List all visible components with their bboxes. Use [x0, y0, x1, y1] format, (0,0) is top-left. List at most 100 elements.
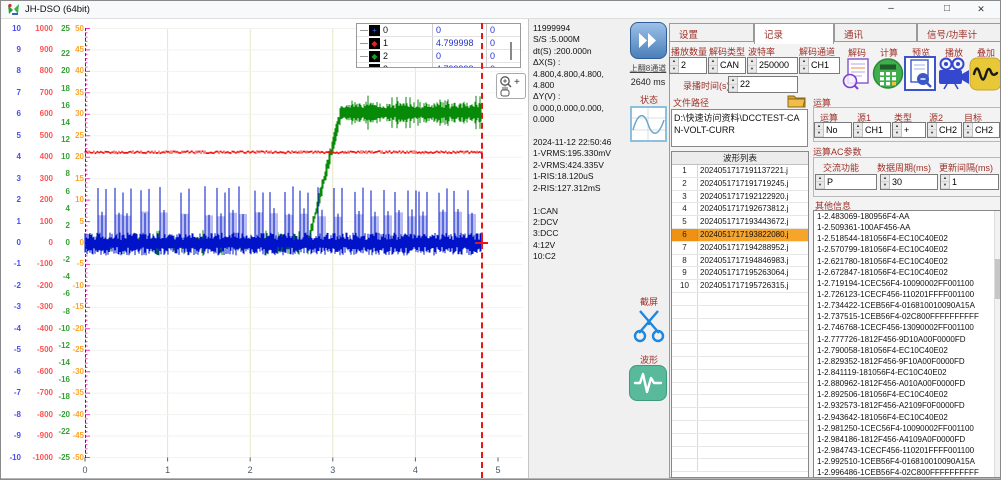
field-spinner-2[interactable]: ▲▼ 250000: [747, 57, 798, 74]
legend-row-ch2[interactable]: ◆ 2 0 0: [357, 50, 520, 63]
calculate-button[interactable]: [872, 57, 904, 95]
spinner-value: CAN: [718, 58, 745, 73]
field-spinner-0[interactable]: ▲▼ 2: [669, 57, 707, 74]
waveform-row[interactable]: 9 2024051717195263064.j: [672, 267, 808, 280]
waveform-row[interactable]: [672, 319, 808, 332]
preview-button-selected[interactable]: [904, 56, 936, 91]
waveform-row[interactable]: [672, 383, 808, 396]
field-spinner-3[interactable]: ▲▼ CH1: [799, 57, 840, 74]
row-index: 1: [672, 165, 698, 177]
tab-0[interactable]: 设置: [669, 23, 754, 42]
waveform-row[interactable]: 1 2024051717191137221.j: [672, 165, 808, 178]
other-info-row[interactable]: 1-2.734422-1CEB56F4-016810010090A15A: [814, 300, 1001, 311]
spinner-arrows-icon[interactable]: ▲▼: [670, 58, 679, 73]
spinner-arrows-icon[interactable]: ▲▼: [729, 77, 738, 92]
waveform-row[interactable]: [672, 408, 808, 421]
other-info-row[interactable]: 1-2.841119-181056F4-EC10C40E02: [814, 367, 1001, 378]
cursor-left-blue[interactable]: [85, 28, 86, 458]
waveform-button[interactable]: [629, 365, 667, 401]
other-info-row[interactable]: 1-2.829352-1812F456-9F10A00F0000FD: [814, 356, 1001, 367]
scrollbar-thumb[interactable]: [995, 259, 1000, 299]
waveform-row[interactable]: [672, 459, 808, 472]
decode-button[interactable]: [840, 57, 872, 95]
other-info-row[interactable]: 1-2.570799-181056F4-EC10C40E02: [814, 244, 1001, 255]
waveform-row[interactable]: [672, 357, 808, 370]
other-info-row[interactable]: 1-2.790058-181056F4-EC10C40E02: [814, 345, 1001, 356]
other-info-row[interactable]: 1-2.992510-1CEB56F4-016810010090A15A: [814, 456, 1001, 467]
waveform-row[interactable]: 4 2024051717192673812.j: [672, 203, 808, 216]
waveform-row[interactable]: 5 2024051717193443672.j: [672, 216, 808, 229]
status-label: 状态: [631, 93, 667, 106]
file-path-value[interactable]: D:\快速访问资料\DCCTEST-CAN-VOLT-CURR: [671, 109, 808, 147]
waveform-row[interactable]: [672, 344, 808, 357]
legend-row-ch0[interactable]: + 0 0 0: [357, 24, 520, 37]
channel-value-1: 0: [433, 24, 487, 36]
prev-8-channels-link[interactable]: 上翻8通道: [621, 63, 675, 74]
spinner-arrows-icon[interactable]: ▲▼: [748, 58, 757, 73]
other-info-row[interactable]: 1-2.509361-100AF456-AA: [814, 222, 1001, 233]
other-info-row[interactable]: 1-2.777726-1812F456-9D10A00F0000FD: [814, 334, 1001, 345]
fast-forward-button[interactable]: [630, 22, 667, 59]
other-info-row[interactable]: 1-2.726123-1CECF456-110201FFFF001100: [814, 289, 1001, 300]
waveform-filename: [698, 370, 808, 382]
other-info-row[interactable]: 1-2.984186-1812F456-A4109A0F0000FD: [814, 434, 1001, 445]
legend-row-ch1[interactable]: ◆ 1 4.799998 0: [357, 37, 520, 50]
record-time-label: 录播时间(s): [683, 79, 730, 92]
close-button[interactable]: ✕: [963, 1, 999, 18]
maximize-button[interactable]: □: [929, 1, 965, 18]
other-info-row[interactable]: 1-2.880962-1812F456-A010A00F0000FD: [814, 378, 1001, 389]
decode-document-magnifier-icon: [840, 57, 872, 90]
measurement-info-panel: 11999994S/S :5.000Mdt(S) :200.000nΔX(S) …: [528, 19, 628, 478]
tab-1[interactable]: 记录: [754, 23, 834, 44]
waveform-row[interactable]: [672, 306, 808, 319]
other-info-scrollbar[interactable]: [994, 211, 1001, 477]
spinner-arrows-icon[interactable]: ▲▼: [709, 58, 718, 73]
screenshot-button[interactable]: [630, 307, 668, 343]
row-index: [672, 357, 698, 369]
record-time-spinner[interactable]: ▲▼ 22: [728, 76, 798, 93]
waveform-row[interactable]: 7 2024051717194288952.j: [672, 242, 808, 255]
legend-row-ch3[interactable]: ◆ 3 4.799998 0: [357, 63, 520, 68]
other-info-row[interactable]: 1-2.719194-1CEC56F4-10090002FF001100: [814, 278, 1001, 289]
waveform-row[interactable]: [672, 331, 808, 344]
channel-number: 1: [383, 38, 388, 48]
cursor-red[interactable]: [481, 23, 483, 478]
waveform-row[interactable]: 3 2024051717192122920.j: [672, 191, 808, 204]
waveform-row[interactable]: 8 2024051717194846983.j: [672, 255, 808, 268]
other-info-row[interactable]: 1-2.483069-180956F4-AA: [814, 211, 1001, 222]
waveform-row[interactable]: [672, 293, 808, 306]
waveform-row[interactable]: [672, 370, 808, 383]
tab-2[interactable]: 通讯: [834, 23, 917, 42]
spinner-value: 2: [679, 58, 706, 73]
waveform-row[interactable]: 10 2024051717195726315.j: [672, 280, 808, 293]
other-info-row[interactable]: 1-2.746768-1CECF456-13090002FF001100: [814, 322, 1001, 333]
other-info-row[interactable]: 1-2.892506-181056F4-EC10C40E02: [814, 389, 1001, 400]
other-info-row[interactable]: 1-2.621780-181056F4-EC10C40E02: [814, 256, 1001, 267]
waveform-row[interactable]: [672, 447, 808, 460]
other-info-row[interactable]: 1-2.996486-1CEB56F4-02C800FFFFFFFFFF: [814, 467, 1001, 478]
spinner-arrows-icon[interactable]: ▲▼: [800, 58, 809, 73]
field-spinner-1[interactable]: ▲▼ CAN: [708, 57, 746, 74]
waveform-row[interactable]: 2 2024051717191719245.j: [672, 178, 808, 191]
tab-3[interactable]: 信号/功率计: [917, 23, 1001, 42]
status-waveform-thumbnail[interactable]: [630, 106, 667, 142]
waveform-row[interactable]: [672, 434, 808, 447]
other-info-row[interactable]: 1-2.984743-1CECF456-110201FFFF001100: [814, 445, 1001, 456]
waveform-row[interactable]: 6 2024051717193822080.j: [672, 229, 808, 242]
other-info-row[interactable]: 1-2.518544-181056F4-EC10C40E02: [814, 233, 1001, 244]
other-info-row[interactable]: 1-2.981250-1CEC56F4-10090002FF001100: [814, 423, 1001, 434]
waveform-row[interactable]: [672, 421, 808, 434]
other-info-row[interactable]: 1-2.943642-181056F4-EC10C40E02: [814, 412, 1001, 423]
other-info-row[interactable]: 1-2.672847-181056F4-EC10C40E02: [814, 267, 1001, 278]
waveform-row[interactable]: [672, 395, 808, 408]
legend-scrollbar[interactable]: [510, 42, 512, 60]
overlay-button[interactable]: [969, 57, 1001, 96]
playback-button[interactable]: [937, 57, 971, 95]
x-axis-label: 3: [325, 465, 341, 475]
other-info-row[interactable]: 1-2.737515-1CEB56F4-02C800FFFFFFFFFF: [814, 311, 1001, 322]
minimize-button[interactable]: –: [873, 1, 909, 18]
other-info-row[interactable]: 1-2.932573-1812F456-A2109F0F0000FD: [814, 400, 1001, 411]
zoom-pan-toolbox[interactable]: +: [496, 73, 526, 99]
info-line: dt(S) :200.000n: [533, 46, 628, 57]
app-window: JH-DSO (64bit) – □ ✕ 109876543210-1-2-3-…: [0, 0, 1001, 480]
